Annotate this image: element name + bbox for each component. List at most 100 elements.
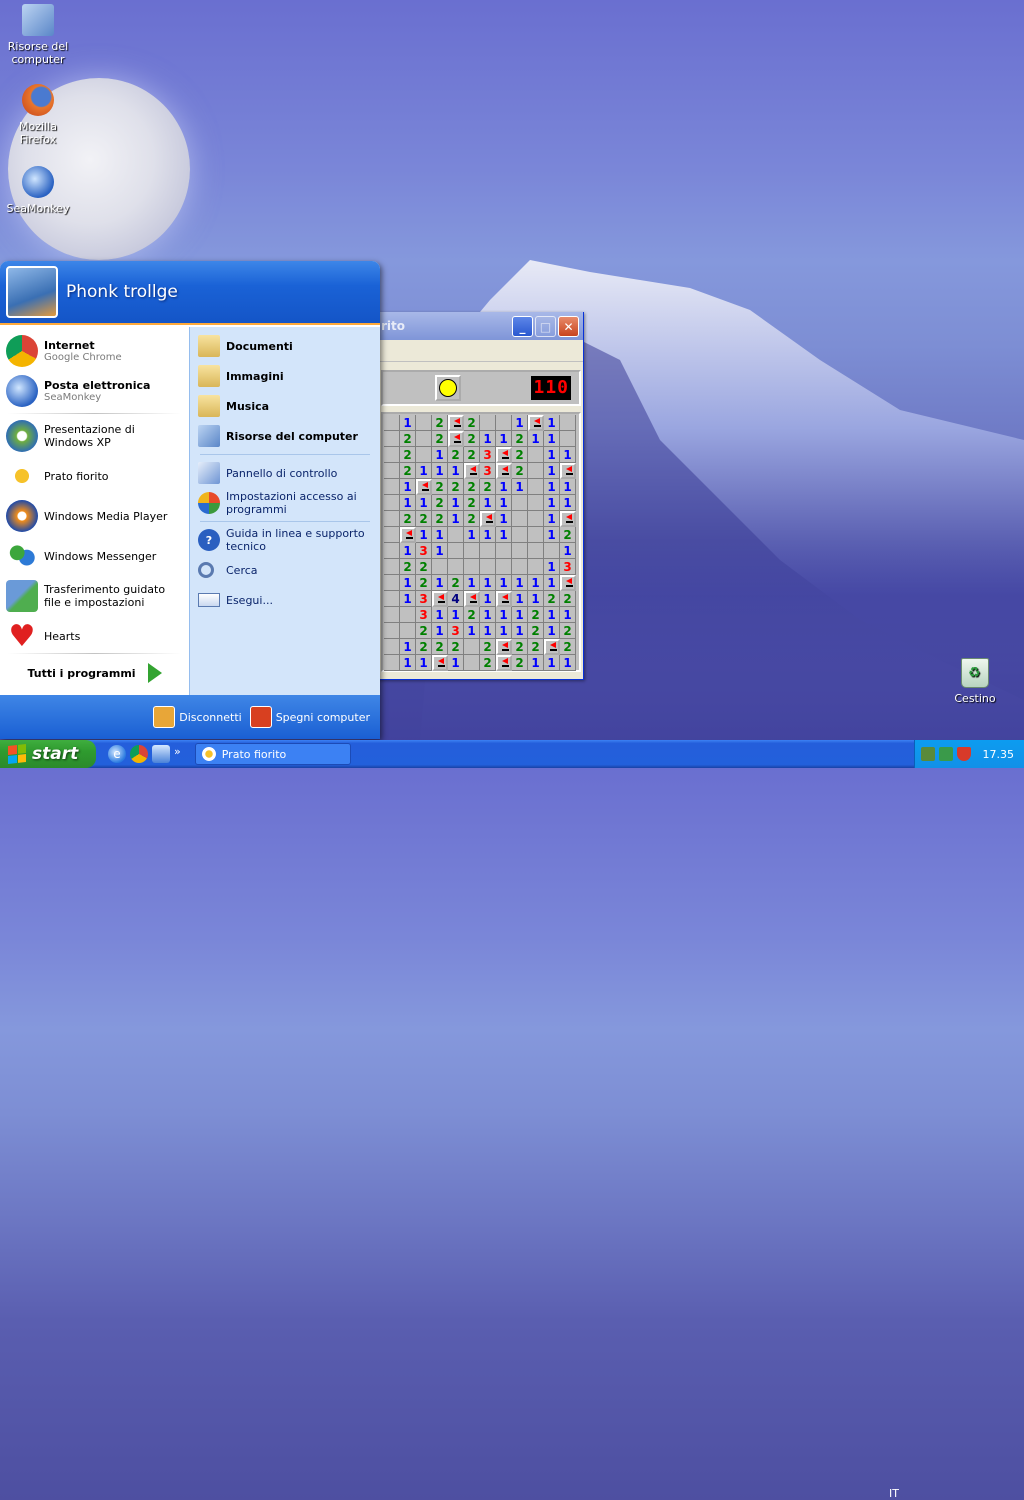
minefield-cell[interactable] [512,511,528,527]
minefield-cell[interactable]: 2 [400,447,416,463]
minefield-cell[interactable]: 2 [432,415,448,431]
minefield-cell[interactable]: 1 [480,527,496,543]
minefield-cell[interactable]: 2 [480,655,496,671]
minefield-cell[interactable]: 1 [544,527,560,543]
minefield-cell[interactable]: 2 [528,639,544,655]
minefield-cell[interactable] [464,639,480,655]
minefield-cell[interactable]: 1 [496,479,512,495]
flagged-cell[interactable] [448,431,464,447]
logoff-button[interactable]: Disconnetti [153,706,242,728]
minefield-cell[interactable]: 1 [496,527,512,543]
minefield-cell[interactable]: 2 [432,431,448,447]
minefield-cell[interactable] [384,463,400,479]
flagged-cell[interactable] [544,639,560,655]
minefield-cell[interactable] [416,415,432,431]
close-button[interactable]: ✕ [558,316,579,337]
minefield-cell[interactable]: 2 [464,431,480,447]
minefield-cell[interactable]: 2 [432,495,448,511]
start-item-internet[interactable]: Internet Google Chrome [0,331,189,371]
user-avatar[interactable] [6,266,58,318]
flagged-cell[interactable] [560,575,576,591]
minefield-cell[interactable]: 1 [448,463,464,479]
maximize-button[interactable]: □ [535,316,556,337]
minefield-cell[interactable] [496,559,512,575]
minefield-cell[interactable] [384,415,400,431]
minefield-cell[interactable]: 2 [480,639,496,655]
flagged-cell[interactable] [560,463,576,479]
minefield-cell[interactable]: 1 [432,575,448,591]
minefield-cell[interactable] [512,543,528,559]
minefield-cell[interactable]: 2 [544,591,560,607]
minefield-cell[interactable] [480,543,496,559]
minefield-cell[interactable] [416,431,432,447]
minefield-cell[interactable]: 2 [416,575,432,591]
minefield-cell[interactable]: 1 [432,543,448,559]
minefield-cell[interactable]: 1 [496,431,512,447]
minefield-cell[interactable] [448,543,464,559]
minefield-cell[interactable]: 1 [464,527,480,543]
minefield-cell[interactable]: 1 [560,479,576,495]
minefield-cell[interactable]: 3 [560,559,576,575]
minefield-cell[interactable]: 2 [512,463,528,479]
flagged-cell[interactable] [432,591,448,607]
minefield-cell[interactable]: 1 [464,575,480,591]
minefield-cell[interactable]: 2 [416,639,432,655]
minefield-cell[interactable] [512,527,528,543]
minefield-grid[interactable]: 1221122211211212232112111321122221111112… [381,412,581,672]
minefield-cell[interactable]: 2 [560,527,576,543]
minefield-cell[interactable]: 2 [512,447,528,463]
minefield-cell[interactable]: 1 [480,495,496,511]
security-shield-icon[interactable] [956,747,971,761]
minefield-cell[interactable]: 3 [480,463,496,479]
minefield-cell[interactable]: 1 [448,607,464,623]
minefield-cell[interactable] [400,607,416,623]
minefield-cell[interactable]: 1 [432,527,448,543]
minefield-cell[interactable]: 1 [560,543,576,559]
minefield-cell[interactable]: 1 [400,575,416,591]
shutdown-button[interactable]: Spegni computer [249,706,370,728]
flagged-cell[interactable] [480,511,496,527]
minefield-cell[interactable] [512,495,528,511]
flagged-cell[interactable] [432,655,448,671]
minefield-cell[interactable]: 1 [448,655,464,671]
minefield-cell[interactable]: 2 [512,431,528,447]
minefield-cell[interactable] [384,559,400,575]
minefield-cell[interactable] [464,543,480,559]
minefield-cell[interactable]: 1 [512,591,528,607]
minefield-cell[interactable]: 1 [544,511,560,527]
minefield-cell[interactable] [496,543,512,559]
minefield-cell[interactable]: 1 [480,607,496,623]
minefield-cell[interactable] [528,495,544,511]
minefield-cell[interactable]: 1 [480,591,496,607]
minefield-cell[interactable]: 1 [528,655,544,671]
start-item-program-access[interactable]: Impostazioni accesso ai programmi [190,488,380,518]
desktop-icon-recycle-bin[interactable]: ♻ Cestino [938,658,1012,705]
minefield-cell[interactable]: 2 [400,511,416,527]
minefield-cell[interactable]: 1 [448,511,464,527]
minesweeper-window[interactable]: rito _ □ ✕ 110 1221122211211212232112111… [378,312,584,680]
minefield-cell[interactable]: 2 [448,575,464,591]
minefield-cell[interactable]: 1 [560,447,576,463]
minefield-cell[interactable]: 2 [560,623,576,639]
minefield-cell[interactable]: 2 [560,591,576,607]
minefield-cell[interactable]: 1 [544,415,560,431]
minefield-cell[interactable]: 1 [400,591,416,607]
flagged-cell[interactable] [496,655,512,671]
minefield-cell[interactable]: 1 [512,607,528,623]
minefield-cell[interactable]: 4 [448,591,464,607]
minefield-cell[interactable] [480,559,496,575]
minefield-cell[interactable]: 2 [448,639,464,655]
minefield-cell[interactable]: 1 [480,575,496,591]
minefield-cell[interactable] [384,431,400,447]
minefield-cell[interactable]: 1 [400,655,416,671]
minefield-cell[interactable]: 3 [416,607,432,623]
smiley-button[interactable] [435,375,461,401]
minefield-cell[interactable]: 1 [544,607,560,623]
start-button[interactable]: start [0,740,96,768]
minefield-cell[interactable]: 2 [400,431,416,447]
minefield-cell[interactable]: 2 [512,639,528,655]
minefield-cell[interactable] [464,559,480,575]
flagged-cell[interactable] [464,591,480,607]
minefield-cell[interactable]: 1 [528,431,544,447]
connection-icon[interactable] [938,747,953,761]
